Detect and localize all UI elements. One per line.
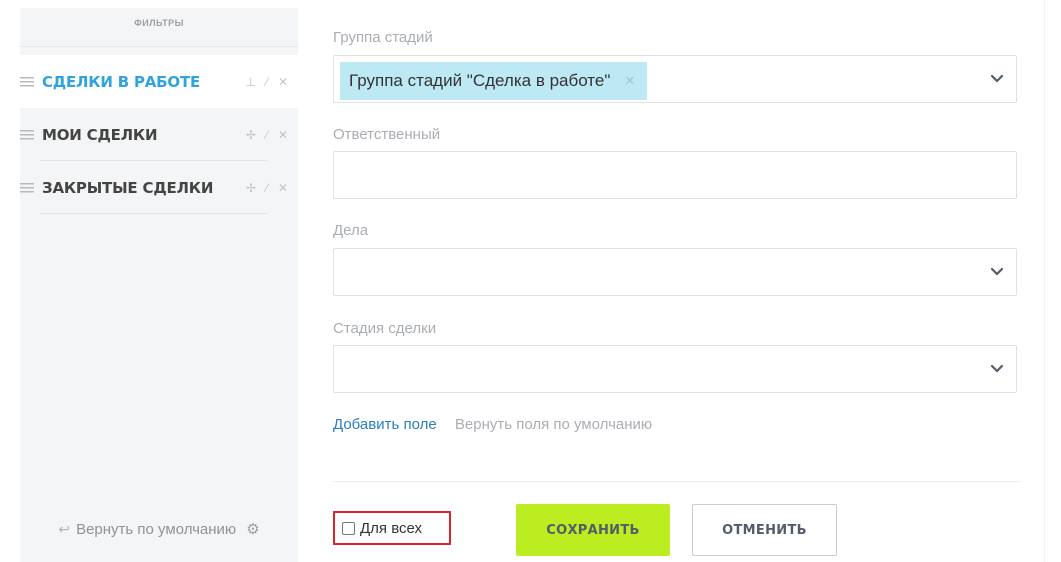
item-actions: ⊥ ⁄ ✕ — [245, 75, 288, 89]
close-icon[interactable]: ✕ — [278, 181, 288, 195]
edit-icon[interactable]: ⁄ — [266, 181, 268, 195]
pin-icon[interactable]: ⊥ — [245, 75, 255, 89]
sidebar-title: ФИЛЬТРЫ — [20, 8, 298, 47]
tasks-select[interactable] — [333, 248, 1017, 296]
pin-icon[interactable]: ✢ — [246, 181, 256, 195]
sidebar-item-my-deals[interactable]: МОИ СДЕЛКИ ✢ ⁄ ✕ — [20, 108, 298, 161]
responsible-input[interactable] — [333, 151, 1017, 199]
sidebar-item-label: СДЕЛКИ В РАБОТЕ — [42, 72, 201, 91]
field-label-stage-group: Группа стадий — [333, 29, 433, 46]
item-actions: ✢ ⁄ ✕ — [246, 181, 288, 195]
tag-label: Группа стадий "Сделка в работе" — [349, 71, 611, 90]
gear-icon[interactable]: ⚙ — [246, 520, 259, 538]
chevron-down-icon[interactable] — [990, 74, 1004, 84]
for-all-checkbox[interactable] — [342, 521, 355, 535]
item-actions: ✢ ⁄ ✕ — [246, 128, 288, 142]
filters-sidebar: ФИЛЬТРЫ СДЕЛКИ В РАБОТЕ ⊥ ⁄ ✕ МОИ СДЕЛКИ… — [20, 8, 298, 562]
chevron-down-icon[interactable] — [990, 364, 1004, 374]
edit-icon[interactable]: ⁄ — [266, 75, 268, 89]
edit-icon[interactable]: ⁄ — [266, 128, 268, 142]
field-label-tasks: Дела — [333, 222, 369, 239]
deal-stage-select[interactable] — [333, 345, 1017, 393]
reset-to-default-label: Вернуть по умолчанию — [76, 520, 237, 538]
drag-handle-icon[interactable] — [20, 76, 36, 88]
reset-fields-link[interactable]: Вернуть поля по умолчанию — [455, 416, 652, 433]
close-icon[interactable]: ✕ — [278, 75, 288, 89]
sidebar-item-label: МОИ СДЕЛКИ — [42, 125, 158, 144]
drag-handle-icon[interactable] — [20, 182, 36, 194]
for-all-label: Для всех — [360, 519, 423, 537]
divider — [40, 213, 268, 214]
close-icon[interactable]: ✕ — [278, 128, 288, 142]
add-field-link[interactable]: Добавить поле — [333, 416, 437, 433]
cancel-button[interactable]: ОТМЕНИТЬ — [692, 504, 837, 556]
field-links: Добавить поле Вернуть поля по умолчанию — [333, 416, 652, 433]
sidebar-item-deals-in-progress[interactable]: СДЕЛКИ В РАБОТЕ ⊥ ⁄ ✕ — [20, 55, 298, 108]
sidebar-item-label: ЗАКРЫТЫЕ СДЕЛКИ — [42, 178, 214, 197]
field-label-responsible: Ответственный — [333, 126, 441, 143]
divider — [333, 481, 1021, 482]
sidebar-item-closed-deals[interactable]: ЗАКРЫТЫЕ СДЕЛКИ ✢ ⁄ ✕ — [20, 161, 298, 214]
for-all-checkbox-area[interactable]: Для всех — [333, 511, 451, 545]
stage-group-select[interactable]: Группа стадий "Сделка в работе" ✕ — [333, 55, 1017, 103]
undo-icon: ↩ — [58, 520, 71, 537]
chevron-down-icon[interactable] — [990, 267, 1004, 277]
remove-tag-icon[interactable]: ✕ — [624, 73, 635, 89]
selected-tag: Группа стадий "Сделка в работе" ✕ — [340, 62, 648, 100]
save-button[interactable]: СОХРАНИТЬ — [516, 504, 670, 556]
scroll-edge — [1044, 0, 1045, 562]
drag-handle-icon[interactable] — [20, 129, 36, 141]
pin-icon[interactable]: ✢ — [246, 128, 256, 142]
field-label-deal-stage: Стадия сделки — [333, 320, 437, 337]
reset-to-default-link[interactable]: ↩ Вернуть по умолчанию ⚙ — [20, 515, 298, 543]
